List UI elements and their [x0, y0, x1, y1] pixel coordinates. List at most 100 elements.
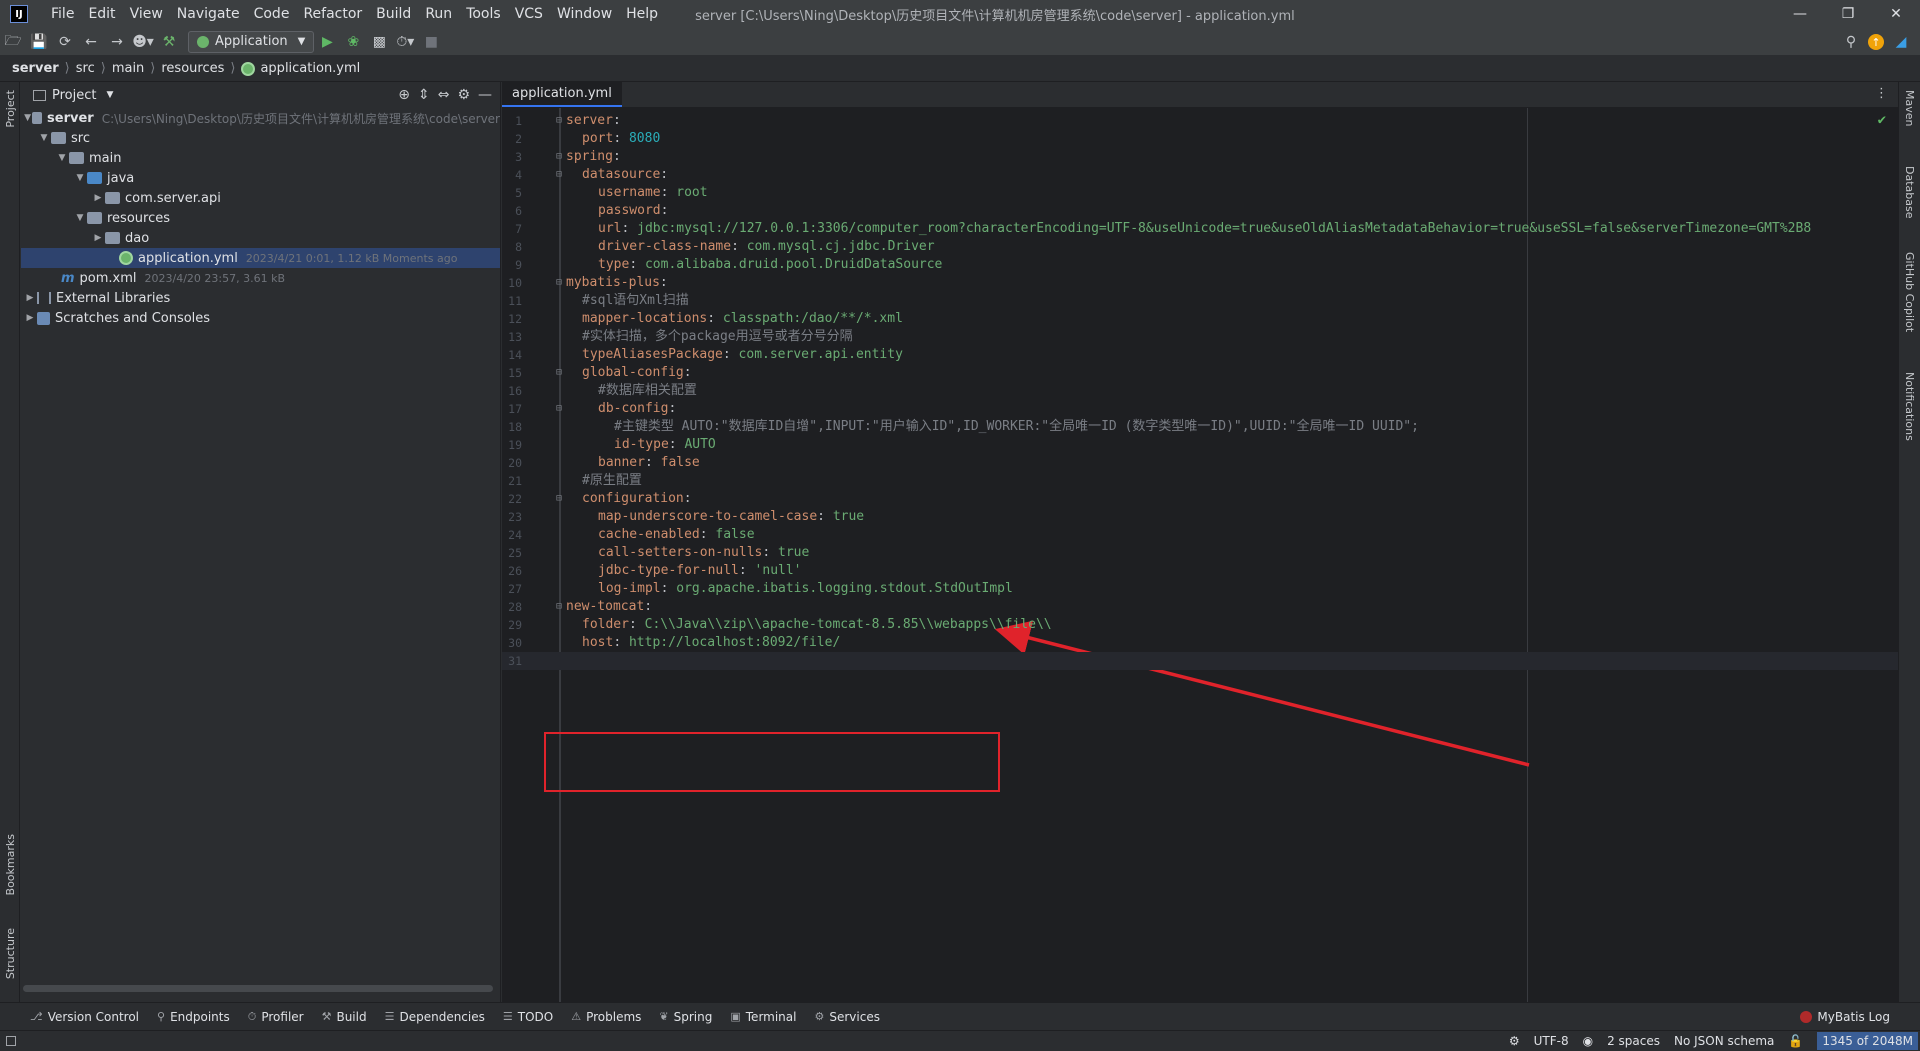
code-line[interactable]: 20 banner: false: [502, 454, 1898, 472]
code-line[interactable]: 23 map-underscore-to-camel-case: true: [502, 508, 1898, 526]
more-options-icon[interactable]: ⋮: [1875, 81, 1898, 107]
code-line[interactable]: 27 log-impl: org.apache.ibatis.logging.st…: [502, 580, 1898, 598]
stop-icon[interactable]: ■: [418, 30, 444, 54]
code-line[interactable]: 1 ⊟ server:: [502, 112, 1898, 130]
fold-icon[interactable]: ⊟: [556, 598, 562, 616]
coverage-icon[interactable]: ▩: [366, 30, 392, 54]
project-panel-title[interactable]: Project: [52, 88, 96, 103]
tree-item-application-yml[interactable]: application.yml 2023/4/21 0:01, 1.12 kB …: [21, 248, 500, 268]
tree-item-scratches[interactable]: ▶ Scratches and Consoles: [21, 308, 500, 328]
json-schema-selector[interactable]: No JSON schema: [1674, 1034, 1774, 1048]
code-line[interactable]: 5 username: root: [502, 184, 1898, 202]
code-line[interactable]: 21 #原生配置: [502, 472, 1898, 490]
fold-icon[interactable]: ⊟: [556, 112, 562, 130]
breadcrumb-item-application-yml[interactable]: application.yml: [260, 61, 360, 76]
profiler-button[interactable]: ⏱ Profiler: [248, 1010, 304, 1024]
chevron-down-icon[interactable]: ▼: [73, 213, 87, 223]
tree-item-src[interactable]: ▼ src: [21, 128, 500, 148]
code-line[interactable]: 31: [502, 652, 1898, 670]
update-icon[interactable]: ↑: [1868, 34, 1884, 50]
tab-application-yml[interactable]: application.yml: [502, 81, 622, 107]
lock-icon[interactable]: 🔓: [1788, 1034, 1803, 1048]
fold-icon[interactable]: ⊟: [556, 364, 562, 382]
menu-item-window[interactable]: Window: [550, 0, 619, 28]
chevron-down-icon[interactable]: ▼: [37, 133, 51, 143]
close-icon[interactable]: ✕: [1872, 0, 1920, 28]
code-line[interactable]: 26 jdbc-type-for-null: 'null': [502, 562, 1898, 580]
version-control-button[interactable]: ⎇ Version Control: [30, 1010, 139, 1024]
todo-button[interactable]: ☰ TODO: [503, 1010, 553, 1024]
intellij-logo-icon[interactable]: IJ: [10, 5, 28, 23]
breadcrumb-item-resources[interactable]: resources: [161, 61, 224, 76]
chevron-down-icon[interactable]: ▼: [73, 173, 87, 183]
code-line[interactable]: 16 #数据库相关配置: [502, 382, 1898, 400]
chevron-right-icon[interactable]: ▶: [91, 233, 105, 243]
services-button[interactable]: ⚙ Services: [814, 1010, 879, 1024]
chevron-right-icon[interactable]: ▶: [23, 293, 37, 303]
code-line[interactable]: 14 typeAliasesPackage: com.server.api.ent…: [502, 346, 1898, 364]
save-icon[interactable]: 💾: [26, 30, 52, 54]
database-tool-button[interactable]: Database: [1903, 166, 1916, 219]
memory-indicator[interactable]: 1345 of 2048M: [1817, 1032, 1918, 1050]
code-line[interactable]: 9 type: com.alibaba.druid.pool.DruidDataS…: [502, 256, 1898, 274]
breadcrumb-item-src[interactable]: src: [76, 61, 95, 76]
code-line[interactable]: 10 ⊟ mybatis-plus:: [502, 274, 1898, 292]
hide-panel-icon[interactable]: —: [478, 87, 492, 103]
mybatis-log-button[interactable]: MyBatis Log: [1800, 1010, 1890, 1024]
toggle-panels-icon[interactable]: [6, 1035, 16, 1046]
horizontal-scrollbar[interactable]: [23, 985, 493, 992]
profile-icon[interactable]: ⏱▾: [392, 30, 418, 54]
search-icon[interactable]: ⚲: [1838, 30, 1864, 54]
terminal-button[interactable]: ▣ Terminal: [730, 1010, 796, 1024]
debug-icon[interactable]: ❀: [340, 30, 366, 54]
chevron-down-icon[interactable]: ▼: [55, 153, 69, 163]
code-line[interactable]: 29 folder: C:\\Java\\zip\\apache-tomcat-8…: [502, 616, 1898, 634]
forward-arrow-icon[interactable]: →: [104, 30, 130, 54]
code-line[interactable]: 18 #主键类型 AUTO:"数据库ID自增",INPUT:"用户输入ID",ID…: [502, 418, 1898, 436]
chevron-down-icon[interactable]: ▼: [106, 90, 113, 100]
menu-item-code[interactable]: Code: [247, 0, 297, 28]
code-line[interactable]: 30 host: http://localhost:8092/file/: [502, 634, 1898, 652]
menu-item-help[interactable]: Help: [619, 0, 665, 28]
fold-icon[interactable]: ⊟: [556, 166, 562, 184]
toolbox-icon[interactable]: ◢: [1888, 30, 1914, 54]
build-button[interactable]: ⚒ Build: [322, 1010, 367, 1024]
spring-button[interactable]: ❦ Spring: [659, 1010, 712, 1024]
sync-icon[interactable]: ⟳: [52, 30, 78, 54]
code-line[interactable]: 22 ⊟ configuration:: [502, 490, 1898, 508]
code-line[interactable]: 7 url: jdbc:mysql://127.0.0.1:3306/comput…: [502, 220, 1898, 238]
code-line[interactable]: 12 mapper-locations: classpath:/dao/**/*.…: [502, 310, 1898, 328]
tree-item-external-libraries[interactable]: ▶ External Libraries: [21, 288, 500, 308]
github-copilot-tool-button[interactable]: GitHub Copilot: [1903, 252, 1916, 332]
fold-icon[interactable]: ⊟: [556, 274, 562, 292]
code-line[interactable]: 19 id-type: AUTO: [502, 436, 1898, 454]
back-arrow-icon[interactable]: ←: [78, 30, 104, 54]
menu-item-edit[interactable]: Edit: [81, 0, 122, 28]
menu-item-vcs[interactable]: VCS: [508, 0, 550, 28]
eye-icon[interactable]: ◉: [1583, 1034, 1593, 1048]
tree-item-package[interactable]: ▶ com.server.api: [21, 188, 500, 208]
run-configuration-dropdown[interactable]: Application ▼: [188, 30, 315, 53]
code-line[interactable]: 25 call-setters-on-nulls: true: [502, 544, 1898, 562]
breadcrumb-item-server[interactable]: server: [12, 61, 59, 76]
user-icon[interactable]: ☻▾: [130, 30, 156, 54]
code-line[interactable]: 8 driver-class-name: com.mysql.cj.jdbc.Dr…: [502, 238, 1898, 256]
gear-icon[interactable]: ⚙: [457, 87, 470, 103]
maven-tool-button[interactable]: Maven: [1903, 90, 1916, 126]
code-line[interactable]: 4 ⊟ datasource:: [502, 166, 1898, 184]
menu-item-navigate[interactable]: Navigate: [170, 0, 247, 28]
tree-item-java[interactable]: ▼ java: [21, 168, 500, 188]
code-line[interactable]: 6 password:: [502, 202, 1898, 220]
code-line[interactable]: 13 #实体扫描，多个package用逗号或者分号分隔: [502, 328, 1898, 346]
locate-file-icon[interactable]: ⊕: [398, 87, 410, 103]
tree-item-pom-xml[interactable]: m pom.xml 2023/4/20 23:57, 3.61 kB: [21, 268, 500, 288]
menu-item-view[interactable]: View: [123, 0, 170, 28]
minimize-icon[interactable]: —: [1776, 0, 1824, 28]
code-line[interactable]: 24 cache-enabled: false: [502, 526, 1898, 544]
code-line[interactable]: 17 ⊟ db-config:: [502, 400, 1898, 418]
expand-all-icon[interactable]: ⇕: [418, 87, 430, 103]
fold-icon[interactable]: ⊟: [556, 400, 562, 418]
menu-item-refactor[interactable]: Refactor: [296, 0, 369, 28]
bookmarks-tool-button[interactable]: Bookmarks: [4, 834, 17, 895]
endpoints-button[interactable]: ⚲ Endpoints: [157, 1010, 230, 1024]
